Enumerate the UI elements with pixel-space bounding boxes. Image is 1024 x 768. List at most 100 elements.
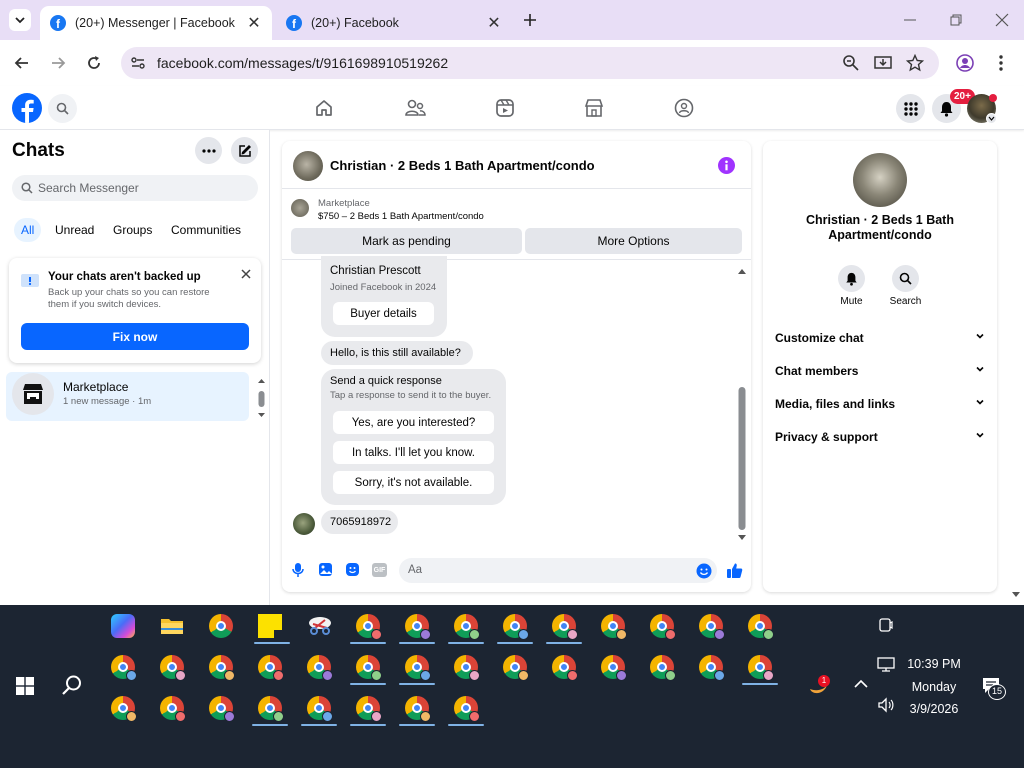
chrome-profile-icon[interactable]: [503, 655, 529, 681]
close-icon[interactable]: ✕: [486, 15, 502, 32]
chrome-profile-icon[interactable]: [258, 696, 284, 722]
nav-marketplace[interactable]: [584, 98, 604, 118]
chat-members-section[interactable]: Chat members: [775, 364, 985, 378]
chrome-profile-icon[interactable]: [601, 614, 627, 640]
close-window-button[interactable]: [992, 10, 1012, 30]
mute-button[interactable]: [838, 265, 865, 292]
chrome-profile-icon[interactable]: [405, 696, 431, 722]
conversation-avatar[interactable]: [293, 151, 323, 181]
tab-search-button[interactable]: [9, 9, 31, 31]
mark-as-pending-button[interactable]: Mark as pending: [291, 228, 522, 254]
tab-messenger[interactable]: f (20+) Messenger | Facebook ✕: [40, 6, 272, 40]
nav-home[interactable]: [314, 98, 334, 118]
copilot-icon[interactable]: [111, 614, 135, 638]
minimize-button[interactable]: [900, 10, 920, 30]
chrome-profile-icon[interactable]: [748, 655, 774, 681]
chrome-profile-icon[interactable]: [552, 655, 578, 681]
bookmark-star-icon[interactable]: [906, 54, 924, 72]
filter-groups[interactable]: Groups: [113, 218, 152, 242]
chrome-profile-icon[interactable]: [356, 655, 382, 681]
close-backup-button[interactable]: [240, 268, 252, 280]
restore-button[interactable]: [946, 10, 966, 30]
chrome-profile-icon[interactable]: [160, 696, 186, 722]
filter-communities[interactable]: Communities: [171, 218, 241, 242]
page-scroll-down-arrow[interactable]: [1011, 591, 1021, 599]
menu-button[interactable]: [896, 94, 925, 123]
tray-overflow-chevron-icon[interactable]: [854, 679, 868, 689]
chrome-profile-icon[interactable]: [552, 614, 578, 640]
search-in-conversation-button[interactable]: [892, 265, 919, 292]
facebook-logo[interactable]: [12, 93, 42, 123]
chrome-profile-icon[interactable]: [111, 655, 137, 681]
conversation-info-button[interactable]: [718, 157, 735, 174]
chrome-profile-icon[interactable]: [258, 655, 284, 681]
attach-photo-button[interactable]: [318, 562, 333, 577]
clock-day[interactable]: Monday: [900, 680, 968, 694]
customize-chat-section[interactable]: Customize chat: [775, 331, 985, 345]
browser-menu-icon[interactable]: [994, 54, 1008, 72]
chrome-profile-icon[interactable]: [503, 614, 529, 640]
facebook-search-button[interactable]: [48, 94, 77, 123]
privacy-support-section[interactable]: Privacy & support: [775, 430, 985, 444]
chrome-profile-icon[interactable]: [650, 655, 676, 681]
new-message-button[interactable]: [231, 137, 258, 164]
sticker-button[interactable]: [345, 562, 360, 577]
forward-button[interactable]: [48, 53, 68, 73]
chrome-profile-icon[interactable]: [601, 655, 627, 681]
chrome-profile-icon[interactable]: [111, 696, 137, 722]
sticky-notes-icon[interactable]: [258, 614, 282, 638]
chrome-profile-icon[interactable]: [748, 614, 774, 640]
quick-response-in-talks[interactable]: In talks. I'll let you know.: [333, 441, 494, 464]
nav-watch[interactable]: [495, 98, 515, 118]
quick-response-not-available[interactable]: Sorry, it's not available.: [333, 471, 494, 494]
chrome-profile-icon[interactable]: [209, 655, 235, 681]
taskbar-search-button[interactable]: [61, 674, 83, 696]
reload-button[interactable]: [84, 53, 104, 73]
like-button[interactable]: [726, 562, 743, 579]
chrome-profile-icon[interactable]: [454, 614, 480, 640]
message-input[interactable]: [399, 558, 717, 583]
chat-options-button[interactable]: [195, 137, 222, 164]
conversation-title[interactable]: Christian · 2 Beds 1 Bath Apartment/cond…: [330, 158, 595, 173]
buyer-details-button[interactable]: Buyer details: [333, 302, 434, 325]
chrome-profile-icon[interactable]: [356, 696, 382, 722]
file-explorer-icon[interactable]: [160, 616, 184, 636]
filter-unread[interactable]: Unread: [55, 218, 94, 242]
listing-title[interactable]: $750 – 2 Beds 1 Bath Apartment/condo: [318, 211, 484, 222]
quick-response-interested[interactable]: Yes, are you interested?: [333, 411, 494, 434]
chrome-profile-icon[interactable]: [356, 614, 382, 640]
emoji-button[interactable]: [696, 563, 712, 579]
zoom-icon[interactable]: [842, 54, 860, 72]
chat-list-scrollbar[interactable]: [257, 376, 266, 420]
start-button[interactable]: [16, 677, 34, 695]
tab-facebook[interactable]: f (20+) Facebook ✕: [276, 6, 512, 40]
chrome-profile-icon[interactable]: [209, 696, 235, 722]
clock-time[interactable]: 10:39 PM: [900, 657, 968, 671]
fix-now-button[interactable]: Fix now: [21, 323, 249, 350]
chrome-profile-icon[interactable]: [405, 655, 431, 681]
new-tab-button[interactable]: [520, 10, 540, 30]
chrome-profile-icon[interactable]: [454, 655, 480, 681]
chrome-profile-icon[interactable]: [454, 696, 480, 722]
filter-all[interactable]: All: [14, 218, 42, 242]
chrome-profile-icon[interactable]: [209, 614, 233, 638]
chrome-profile-icon[interactable]: [405, 614, 431, 640]
site-settings-icon[interactable]: [129, 54, 147, 72]
network-icon[interactable]: [877, 657, 895, 673]
chrome-profile-icon[interactable]: [307, 696, 333, 722]
install-app-icon[interactable]: [874, 54, 892, 72]
volume-icon[interactable]: [877, 697, 895, 713]
nav-friends[interactable]: [404, 98, 426, 118]
gif-button[interactable]: GIF: [372, 563, 387, 577]
nav-groups[interactable]: [674, 98, 694, 118]
chrome-profile-icon[interactable]: [699, 655, 725, 681]
account-chevron-icon[interactable]: [986, 113, 997, 124]
media-files-links-section[interactable]: Media, files and links: [775, 397, 985, 411]
voice-clip-button[interactable]: [291, 562, 305, 578]
chrome-profile-icon[interactable]: [650, 614, 676, 640]
chrome-profile-icon[interactable]: [160, 655, 186, 681]
more-options-button[interactable]: More Options: [525, 228, 742, 254]
meet-now-icon[interactable]: [879, 617, 893, 633]
clock-date[interactable]: 3/9/2026: [900, 702, 968, 716]
conversation-scrollbar[interactable]: [736, 265, 748, 545]
